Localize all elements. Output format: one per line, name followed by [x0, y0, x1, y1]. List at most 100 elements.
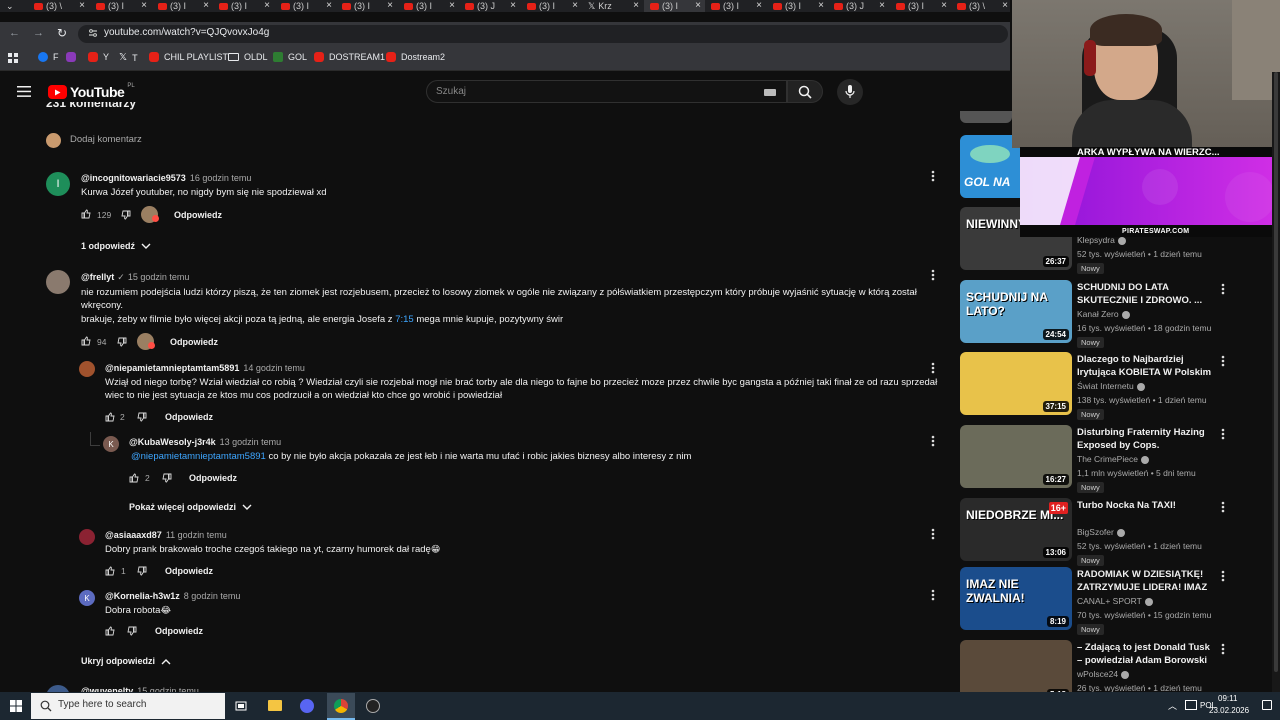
comment-time[interactable]: 16 godzin temu: [190, 173, 252, 183]
video-menu-icon[interactable]: [1221, 570, 1225, 582]
video-channel[interactable]: CANAL+ SPORT: [1077, 596, 1153, 606]
apps-grid-icon[interactable]: [8, 53, 18, 63]
comment-menu-icon[interactable]: [931, 589, 935, 601]
bookmark-x[interactable]: 𝕏T: [119, 52, 138, 63]
youtube-logo[interactable]: YouTube PL: [48, 83, 135, 100]
sidebar-thumb-partial[interactable]: [960, 111, 1012, 123]
video-title[interactable]: Disturbing Fraternity Hazing Exposed by …: [1077, 426, 1213, 452]
tab-close-icon[interactable]: ×: [264, 0, 270, 12]
tab-close-icon[interactable]: ×: [203, 0, 209, 12]
clock-time[interactable]: 09:11: [1218, 694, 1237, 703]
like-icon[interactable]: [81, 336, 91, 346]
add-comment-input[interactable]: Dodaj komentarz: [70, 134, 142, 145]
comment-menu-icon[interactable]: [931, 170, 935, 182]
taskbar-search-input[interactable]: Type here to search: [31, 693, 225, 719]
bookmark-youtube[interactable]: Y: [88, 52, 109, 62]
tab-close-icon[interactable]: ×: [756, 0, 762, 12]
video-thumbnail[interactable]: 16:27: [960, 425, 1072, 488]
dislike-icon[interactable]: [137, 566, 147, 576]
show-more-replies[interactable]: Pokaż więcej odpowiedzi: [129, 502, 252, 512]
show-replies-toggle[interactable]: 1 odpowiedź: [81, 241, 151, 251]
timestamp-link[interactable]: 7:15: [395, 314, 414, 325]
comment-menu-icon[interactable]: [931, 435, 935, 447]
bookmark-facebook[interactable]: F: [38, 52, 59, 62]
dislike-icon[interactable]: [127, 626, 137, 636]
video-channel[interactable]: The CrimePiece: [1077, 454, 1149, 464]
tab-close-icon[interactable]: ×: [818, 0, 824, 12]
reply-author[interactable]: @niepamietamnieptamtam5891: [105, 363, 239, 373]
page-scrollbar-thumb[interactable]: [1274, 72, 1278, 672]
browser-tab[interactable]: (3) I ×: [90, 0, 151, 12]
forward-icon[interactable]: →: [33, 27, 44, 39]
video-thumbnail[interactable]: SCHUDNIJ NA LATO? 24:54: [960, 280, 1072, 343]
reply-author[interactable]: @Kornelia-h3w1z: [105, 591, 180, 601]
reply-button[interactable]: Odpowiedz: [165, 412, 213, 422]
page-scrollbar[interactable]: [1272, 72, 1280, 692]
browser-tab[interactable]: (3) I ×: [275, 0, 336, 12]
bookmark-dostream2[interactable]: Dostream2: [386, 52, 445, 62]
video-menu-icon[interactable]: [1221, 283, 1225, 295]
browser-tab[interactable]: (3) I ×: [521, 0, 582, 12]
show-hidden-icons[interactable]: ︿: [1168, 699, 1177, 712]
task-view-icon[interactable]: [235, 700, 247, 712]
video-menu-icon[interactable]: [1221, 355, 1225, 367]
tab-close-icon[interactable]: ×: [326, 0, 332, 12]
windows-start-icon[interactable]: [10, 700, 22, 712]
tab-close-icon[interactable]: ×: [879, 0, 885, 12]
browser-tab[interactable]: (3) J ×: [459, 0, 520, 12]
hide-replies-toggle[interactable]: Ukryj odpowiedzi: [81, 656, 171, 666]
notification-icon[interactable]: [1262, 700, 1272, 710]
like-icon[interactable]: [105, 412, 115, 422]
video-thumbnail[interactable]: 37:15: [960, 352, 1072, 415]
video-channel[interactable]: Kanał Zero: [1077, 309, 1130, 319]
video-channel[interactable]: wPolsce24: [1077, 669, 1130, 679]
video-channel[interactable]: Świat Internetu: [1077, 381, 1145, 391]
bookmark-gol[interactable]: GOL: [273, 52, 307, 62]
reply-button[interactable]: Odpowiedz: [155, 626, 203, 636]
url-text[interactable]: youtube.com/watch?v=QJQvovxJo4g: [104, 27, 269, 38]
tab-close-icon[interactable]: ×: [141, 0, 147, 12]
keyboard-icon[interactable]: [764, 89, 776, 96]
voice-search-button[interactable]: [837, 79, 863, 105]
reply-time[interactable]: 13 godzin temu: [220, 437, 282, 447]
video-menu-icon[interactable]: [1221, 501, 1225, 513]
tab-close-icon[interactable]: ×: [510, 0, 516, 12]
browser-tab[interactable]: (3) J ×: [828, 0, 889, 12]
browser-tab[interactable]: (3) I ×: [767, 0, 828, 12]
reply-button[interactable]: Odpowiedz: [170, 337, 218, 347]
search-input[interactable]: Szukaj: [426, 80, 787, 103]
discord-app-icon[interactable]: [300, 699, 314, 713]
tab-close-icon[interactable]: ×: [449, 0, 455, 12]
bookmark-dostream1[interactable]: DOSTREAM1: [314, 52, 385, 62]
dislike-icon[interactable]: [121, 210, 131, 220]
bookmark-oldl[interactable]: OLDL: [228, 52, 268, 62]
video-title[interactable]: RADOMIAK W DZIESIĄTKĘ! ZATRZYMUJE LIDERA…: [1077, 568, 1213, 594]
reply-author[interactable]: @KubaWesoly-j3r4k: [129, 437, 216, 447]
comment-menu-icon[interactable]: [931, 362, 935, 374]
network-icon[interactable]: [1185, 700, 1197, 710]
search-button[interactable]: [787, 80, 823, 103]
browser-tab[interactable]: (3) I ×: [398, 0, 459, 12]
tab-close-icon[interactable]: ×: [633, 0, 639, 12]
reply-author[interactable]: @asiaaaxd87: [105, 530, 162, 540]
hamburger-menu-icon[interactable]: [17, 86, 31, 97]
tab-close-icon[interactable]: ×: [387, 0, 393, 12]
video-thumbnail[interactable]: NIEDOBRZE MI... 16+ 13:06: [960, 498, 1072, 561]
bookmark-purple[interactable]: [66, 52, 76, 62]
browser-tab[interactable]: (3) \ ×: [28, 0, 89, 12]
browser-tab[interactable]: (3) I ×: [336, 0, 397, 12]
mention-link[interactable]: @niepamietamnieptamtam5891: [131, 451, 266, 462]
reply-time[interactable]: 14 godzin temu: [243, 363, 305, 373]
comment-time[interactable]: 15 godzin temu: [128, 272, 190, 282]
video-title[interactable]: Turbo Nocka Na TAXI!: [1077, 499, 1213, 512]
browser-tab[interactable]: (3) \ ×: [951, 0, 1012, 12]
tab-close-icon[interactable]: ×: [572, 0, 578, 12]
like-icon[interactable]: [81, 209, 91, 219]
chrome-app-icon[interactable]: [327, 693, 355, 720]
reply-time[interactable]: 11 godzin temu: [166, 530, 227, 540]
tab-close-icon[interactable]: ×: [941, 0, 947, 12]
video-title[interactable]: – Zdającą to jest Donald Tusk – powiedzi…: [1077, 641, 1213, 667]
reload-icon[interactable]: ↻: [57, 26, 67, 40]
like-icon[interactable]: [129, 473, 139, 483]
obs-app-icon[interactable]: [366, 699, 380, 713]
